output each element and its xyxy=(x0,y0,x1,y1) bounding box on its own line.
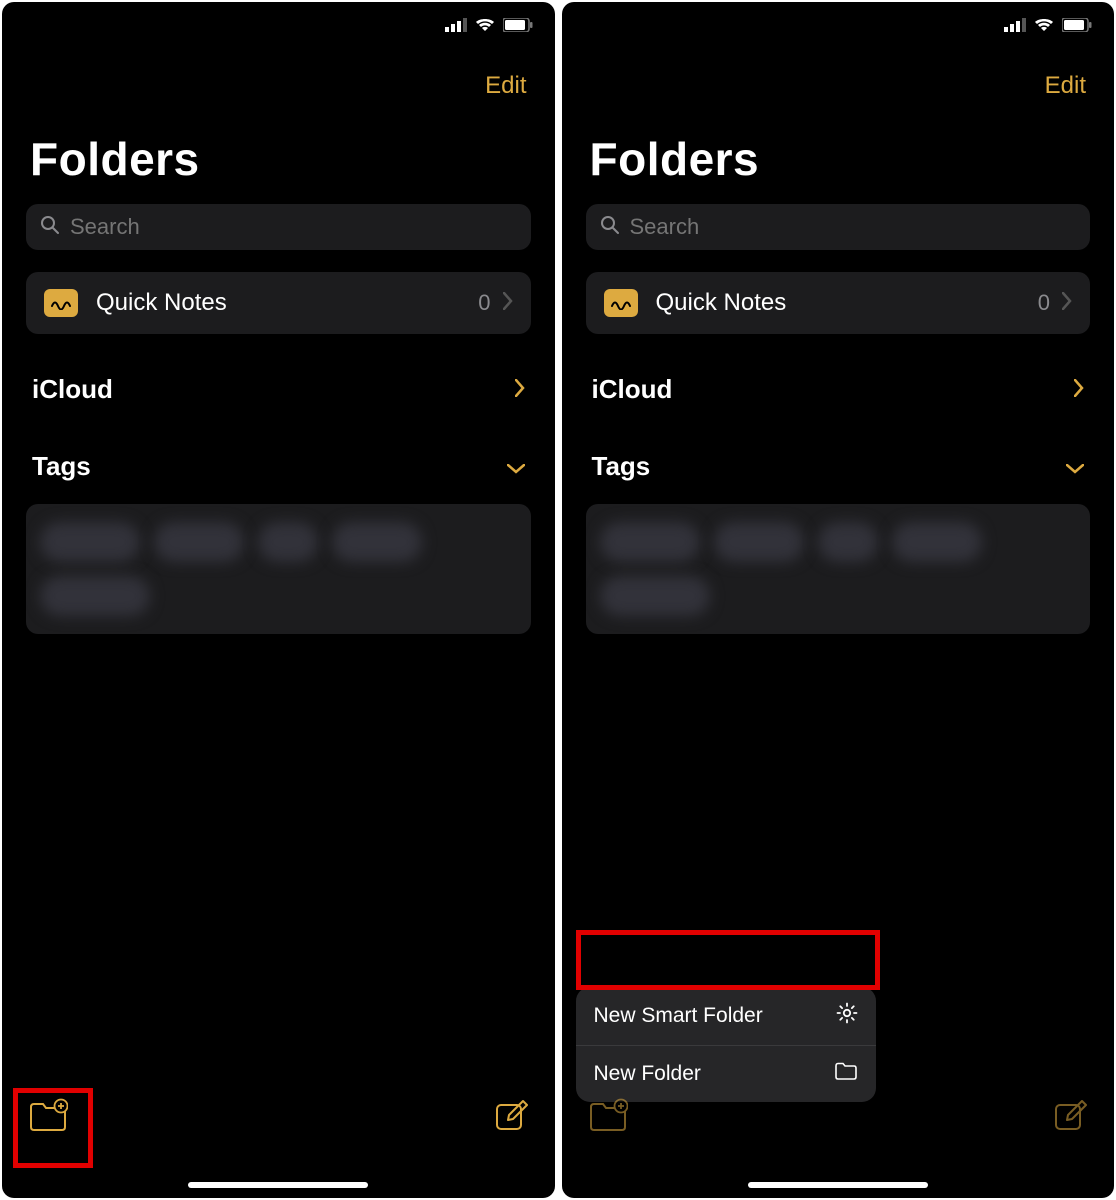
battery-icon xyxy=(503,18,533,37)
nav-header: Edit xyxy=(562,42,1115,100)
compose-icon xyxy=(493,1121,529,1136)
wifi-icon xyxy=(475,18,495,37)
search-icon xyxy=(40,215,60,240)
tag-pill[interactable] xyxy=(600,522,700,562)
menu-item-label: New Smart Folder xyxy=(594,1004,763,1028)
battery-icon xyxy=(1062,18,1092,37)
chevron-right-icon xyxy=(515,377,525,403)
quick-notes-count: 0 xyxy=(1038,290,1050,316)
compose-button[interactable] xyxy=(1052,1097,1088,1136)
new-folder-icon xyxy=(28,1120,68,1135)
icloud-label: iCloud xyxy=(592,374,673,405)
tag-pill[interactable] xyxy=(818,522,878,562)
tag-pill[interactable] xyxy=(600,576,710,616)
chevron-right-icon xyxy=(1062,292,1072,315)
page-title: Folders xyxy=(562,100,1115,204)
gear-icon xyxy=(836,1002,858,1030)
icloud-section-header[interactable]: iCloud xyxy=(562,334,1115,415)
tags-section-header[interactable]: Tags xyxy=(562,415,1115,492)
tag-pill[interactable] xyxy=(154,522,244,562)
edit-button[interactable]: Edit xyxy=(485,72,526,100)
new-folder-button[interactable] xyxy=(588,1098,628,1135)
compose-icon xyxy=(1052,1121,1088,1136)
edit-button[interactable]: Edit xyxy=(1045,72,1086,100)
compose-button[interactable] xyxy=(493,1097,529,1136)
annotation-highlight xyxy=(576,930,880,990)
quick-notes-icon xyxy=(44,289,78,317)
cellular-icon xyxy=(445,18,467,37)
tags-label: Tags xyxy=(32,451,91,482)
tag-pill[interactable] xyxy=(40,522,140,562)
tags-container xyxy=(586,504,1091,634)
quick-notes-icon xyxy=(604,289,638,317)
nav-header: Edit xyxy=(2,42,555,100)
new-folder-icon xyxy=(588,1120,628,1135)
tags-container xyxy=(26,504,531,634)
quick-notes-label: Quick Notes xyxy=(96,289,478,317)
quick-notes-row[interactable]: Quick Notes 0 xyxy=(586,272,1091,334)
new-folder-button[interactable] xyxy=(28,1098,68,1135)
cellular-icon xyxy=(1004,18,1026,37)
chevron-down-icon xyxy=(1066,454,1084,480)
icloud-section-header[interactable]: iCloud xyxy=(2,334,555,415)
status-bar xyxy=(562,2,1115,42)
chevron-right-icon xyxy=(1074,377,1084,403)
home-indicator[interactable] xyxy=(188,1182,368,1188)
chevron-down-icon xyxy=(507,454,525,480)
chevron-right-icon xyxy=(503,292,513,315)
bottom-toolbar xyxy=(2,1068,555,1198)
phone-left: Edit Folders Quick Notes 0 iCloud Tags xyxy=(2,2,555,1198)
tags-section-header[interactable]: Tags xyxy=(2,415,555,492)
search-icon xyxy=(600,215,620,240)
page-title: Folders xyxy=(2,100,555,204)
tag-pill[interactable] xyxy=(258,522,318,562)
icloud-label: iCloud xyxy=(32,374,113,405)
quick-notes-label: Quick Notes xyxy=(656,289,1038,317)
tag-pill[interactable] xyxy=(714,522,804,562)
tags-label: Tags xyxy=(592,451,651,482)
tag-pill[interactable] xyxy=(332,522,422,562)
search-input[interactable] xyxy=(70,214,517,240)
search-input[interactable] xyxy=(630,214,1077,240)
quick-notes-row[interactable]: Quick Notes 0 xyxy=(26,272,531,334)
wifi-icon xyxy=(1034,18,1054,37)
bottom-toolbar xyxy=(562,1068,1115,1198)
menu-item-new-smart-folder[interactable]: New Smart Folder xyxy=(576,987,876,1045)
search-field[interactable] xyxy=(586,204,1091,250)
search-field[interactable] xyxy=(26,204,531,250)
tag-pill[interactable] xyxy=(40,576,150,616)
phone-right: Edit Folders Quick Notes 0 iCloud Tags xyxy=(562,2,1115,1198)
tag-pill[interactable] xyxy=(892,522,982,562)
status-bar xyxy=(2,2,555,42)
home-indicator[interactable] xyxy=(748,1182,928,1188)
quick-notes-count: 0 xyxy=(478,290,490,316)
